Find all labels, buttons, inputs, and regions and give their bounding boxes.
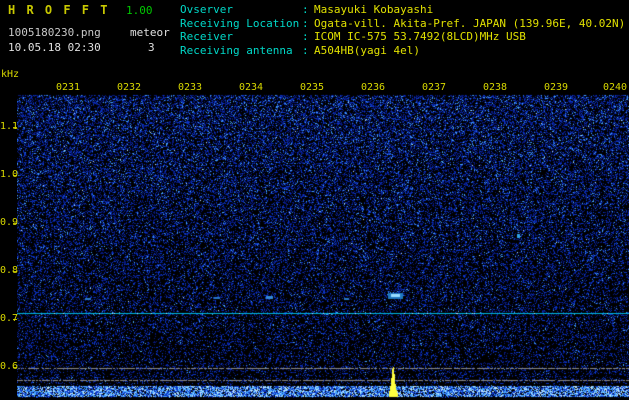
info-row-location: Receiving Location: Ogata-vill. Akita-Pre…: [180, 17, 625, 31]
time-axis-label: 0234: [238, 82, 264, 93]
freq-unit-label: kHz: [1, 69, 20, 80]
info-colon: :: [302, 16, 309, 30]
time-axis-label: 0231: [55, 82, 81, 93]
app-version: 1.00: [126, 4, 153, 17]
time-axis-label: 0237: [421, 82, 447, 93]
info-label: Receiving Location: [180, 16, 300, 30]
time-axis-label: 0238: [482, 82, 508, 93]
time-axis-label: 0239: [543, 82, 569, 93]
info-colon: :: [302, 3, 309, 16]
info-label: Ovserver: [180, 3, 233, 16]
freq-tick: [13, 271, 17, 272]
info-label: Receiver: [180, 30, 233, 43]
info-label: Receiving antenna: [180, 43, 293, 57]
info-value: Masayuki Kobayashi: [314, 3, 434, 16]
date-time-label: 10.05.18 02:30: [8, 41, 101, 54]
time-axis-label: 0240: [602, 82, 628, 93]
time-axis-label: 0233: [177, 82, 203, 93]
mode-label: meteor: [130, 26, 170, 39]
info-value: ICOM IC-575 53.7492(8LCD)MHz USB: [314, 30, 526, 43]
info-value: A504HB(yagi 4el): [314, 43, 420, 57]
info-colon: :: [302, 43, 309, 57]
freq-tick: [13, 127, 17, 128]
time-axis-label: 0232: [116, 82, 142, 93]
time-axis-label: 0236: [360, 82, 386, 93]
info-value: Ogata-vill. Akita-Pref. JAPAN (139.96E, …: [314, 16, 626, 30]
freq-tick: [13, 175, 17, 176]
app-title: H R O F F T: [8, 3, 110, 17]
info-row-antenna: Receiving antenna: A504HB(yagi 4el): [180, 44, 625, 58]
freq-tick: [13, 223, 17, 224]
station-info: Ovserver: Masayuki Kobayashi Receiving Lo…: [180, 3, 625, 57]
spectrogram-canvas: [17, 75, 629, 398]
freq-tick: [13, 367, 17, 368]
info-row-receiver: Receiver: ICOM IC-575 53.7492(8LCD)MHz US…: [180, 30, 625, 44]
time-axis-label: 0235: [299, 82, 325, 93]
meteor-count: 3: [148, 41, 155, 54]
freq-tick: [13, 319, 17, 320]
info-row-observer: Ovserver: Masayuki Kobayashi: [180, 3, 625, 17]
hrofft-output-screen: H R O F F T 1.00 1005180230.png meteor 1…: [0, 0, 629, 400]
output-filename: 1005180230.png: [8, 26, 101, 39]
info-colon: :: [302, 30, 309, 43]
